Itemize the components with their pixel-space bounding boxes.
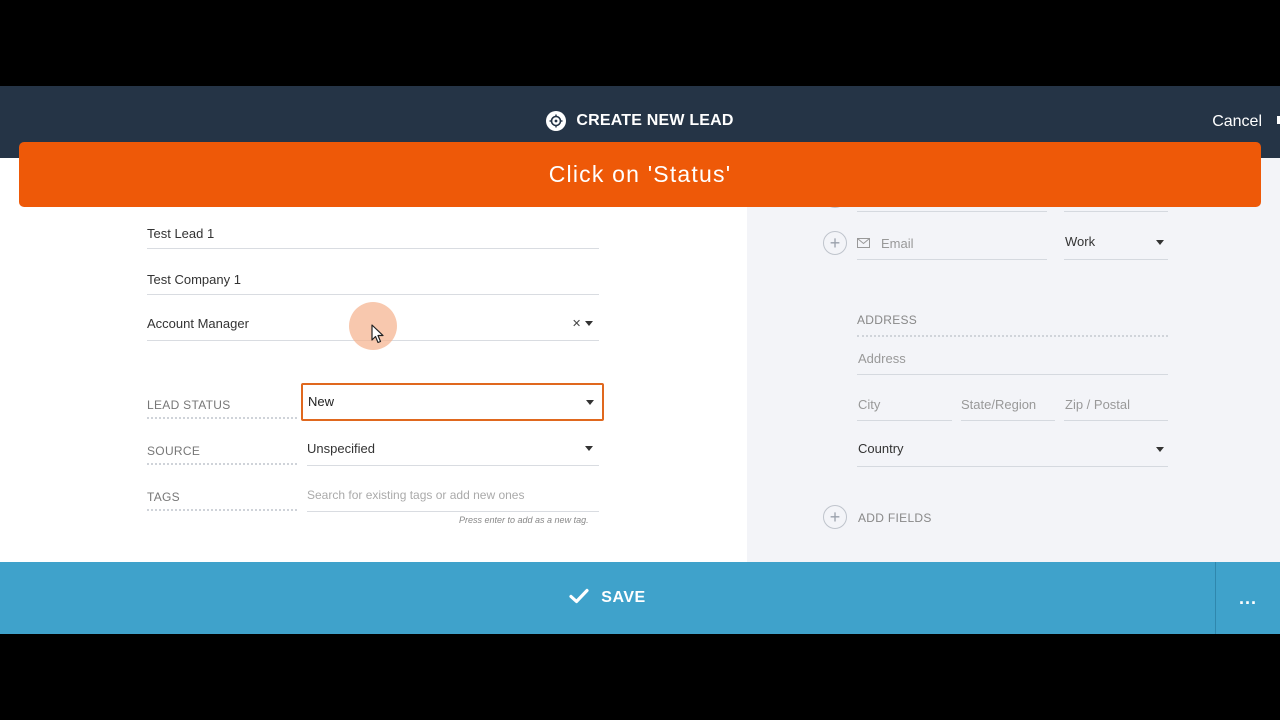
- save-label: SAVE: [601, 589, 646, 606]
- source-dropdown[interactable]: Unspecified: [307, 441, 599, 466]
- video-letterbox-bottom: [0, 634, 1280, 720]
- email-placeholder: Email: [881, 236, 914, 251]
- lead-status-label: LEAD STATUS: [147, 398, 297, 419]
- add-fields-button[interactable]: ADD FIELDS: [858, 511, 932, 525]
- lead-status-value: New: [308, 394, 335, 409]
- source-label: SOURCE: [147, 444, 297, 465]
- source-value: Unspecified: [307, 441, 375, 456]
- target-icon: [546, 111, 567, 131]
- mouse-cursor-icon: [371, 324, 385, 349]
- add-fields-icon[interactable]: +: [823, 505, 847, 529]
- address-section-label: ADDRESS: [857, 313, 1168, 337]
- tutorial-banner: Click on 'Status': [19, 142, 1261, 207]
- chevron-down-icon: [1156, 447, 1164, 452]
- chevron-down-icon: [1156, 240, 1164, 245]
- company-field[interactable]: Test Company 1: [147, 272, 599, 295]
- country-value: Country: [858, 441, 904, 456]
- country-dropdown[interactable]: Country: [857, 441, 1168, 467]
- city-field[interactable]: City: [857, 397, 952, 421]
- chevron-down-icon: [585, 321, 593, 326]
- zip-field[interactable]: Zip / Postal: [1064, 397, 1168, 421]
- address-field[interactable]: Address: [857, 351, 1168, 375]
- create-lead-modal: CREATE NEW LEAD Cancel + Email Work ADDR…: [0, 86, 1280, 634]
- tags-label: TAGS: [147, 490, 297, 511]
- contact-address-panel: + Email Work ADDRESS Address City State/…: [747, 158, 1280, 562]
- save-button[interactable]: SAVE: [0, 562, 1215, 634]
- add-email-icon[interactable]: +: [823, 231, 847, 255]
- clear-icon[interactable]: ✕: [572, 317, 581, 330]
- email-type-value: Work: [1065, 234, 1096, 249]
- chevron-down-icon: [586, 400, 594, 405]
- tags-input[interactable]: Search for existing tags or add new ones: [307, 487, 599, 512]
- email-field[interactable]: Email: [857, 234, 1047, 260]
- envelope-icon: [857, 236, 870, 251]
- chevron-down-icon: [585, 446, 593, 451]
- lead-name-field[interactable]: Test Lead 1: [147, 226, 599, 249]
- modal-title: CREATE NEW LEAD: [576, 112, 734, 129]
- email-type-dropdown[interactable]: Work: [1064, 234, 1168, 260]
- more-options-button[interactable]: ...: [1215, 562, 1280, 634]
- tags-placeholder: Search for existing tags or add new ones: [307, 488, 525, 502]
- video-letterbox-top: [0, 0, 1280, 86]
- cancel-button[interactable]: Cancel: [1212, 113, 1262, 131]
- checkmark-icon: [569, 588, 589, 609]
- state-field[interactable]: State/Region: [961, 397, 1055, 421]
- lead-status-dropdown[interactable]: New: [301, 383, 604, 421]
- save-bar: SAVE ...: [0, 562, 1280, 634]
- tags-hint: Press enter to add as a new tag.: [459, 515, 589, 525]
